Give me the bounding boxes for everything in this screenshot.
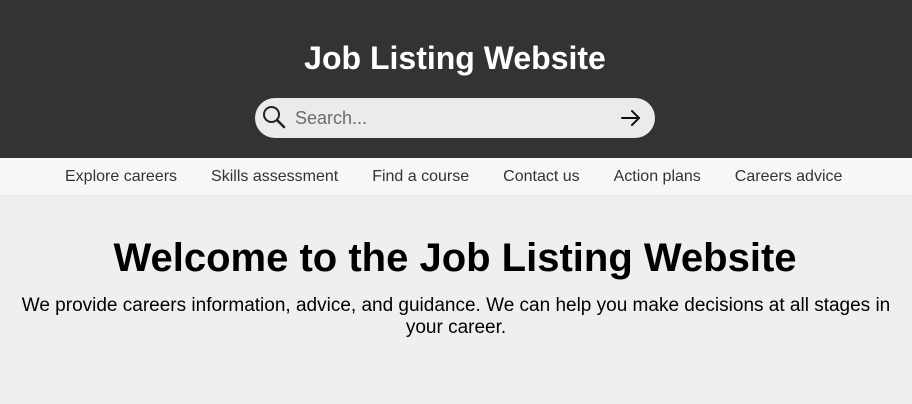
search-input[interactable]	[295, 103, 605, 133]
search-icon[interactable]	[262, 105, 286, 129]
welcome-heading: Welcome to the Job Listing Website	[113, 236, 797, 280]
main-content: Welcome to the Job Listing Website We pr…	[0, 196, 912, 339]
nav-item-careers-advice[interactable]: Careers advice	[735, 158, 843, 196]
nav-item-explore-careers[interactable]: Explore careers	[65, 158, 177, 196]
nav-item-contact-us[interactable]: Contact us	[503, 158, 579, 196]
site-header: Job Listing Website	[0, 0, 912, 158]
nav-items: Explore careers Skills assessment Find a…	[65, 158, 842, 196]
main-nav: Explore careers Skills assessment Find a…	[0, 158, 912, 196]
nav-item-action-plans[interactable]: Action plans	[614, 158, 701, 196]
arrow-right-icon[interactable]	[619, 106, 643, 130]
nav-item-skills-assessment[interactable]: Skills assessment	[211, 158, 338, 196]
welcome-intro-text: We provide careers information, advice, …	[21, 295, 891, 338]
nav-item-find-a-course[interactable]: Find a course	[372, 158, 469, 196]
search-bar	[255, 98, 655, 138]
site-title: Job Listing Website	[304, 40, 606, 76]
